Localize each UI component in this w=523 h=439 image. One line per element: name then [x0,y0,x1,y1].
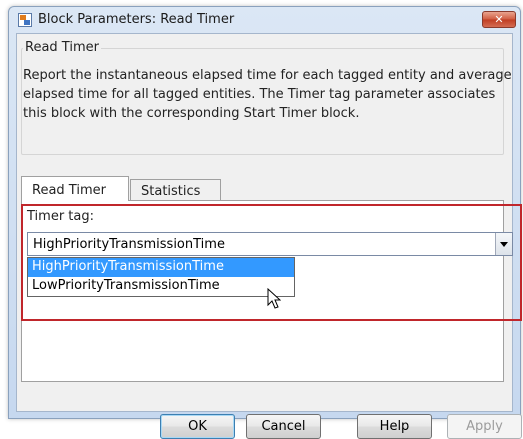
block-description: Report the instantaneous elapsed time fo… [23,68,512,121]
tab-statistics[interactable]: Statistics [130,179,221,201]
dropdown-option-high-priority[interactable]: HighPriorityTransmissionTime [28,258,294,277]
select-value: HighPriorityTransmissionTime [33,237,225,252]
cancel-button[interactable]: Cancel [246,414,321,439]
close-icon: ✕ [494,13,504,26]
chevron-down-icon[interactable] [495,233,512,255]
window-title: Block Parameters: Read Timer [38,12,235,27]
title-bar[interactable]: Block Parameters: Read Timer ✕ [9,7,520,33]
apply-button[interactable]: Apply [447,414,522,439]
tab-label: Read Timer [32,183,106,198]
dropdown-option-low-priority[interactable]: LowPriorityTransmissionTime [28,277,294,296]
dialog-window: Block Parameters: Read Timer ✕ Read Time… [8,6,522,439]
timer-tag-dropdown-list: HighPriorityTransmissionTime LowPriority… [27,257,295,297]
timer-tag-label: Timer tag: [27,209,94,224]
close-button[interactable]: ✕ [482,11,516,28]
tab-read-timer[interactable]: Read Timer [21,176,129,201]
group-title: Read Timer [23,40,101,55]
timer-tag-select[interactable]: HighPriorityTransmissionTime [27,232,513,256]
ok-button[interactable]: OK [160,414,235,439]
block-parameters-icon [18,13,32,27]
mouse-pointer-icon [267,288,281,309]
help-button[interactable]: Help [357,414,432,439]
tab-label: Statistics [141,184,201,199]
dialog-content: Read Timer Report the instantaneous elap… [16,33,522,439]
